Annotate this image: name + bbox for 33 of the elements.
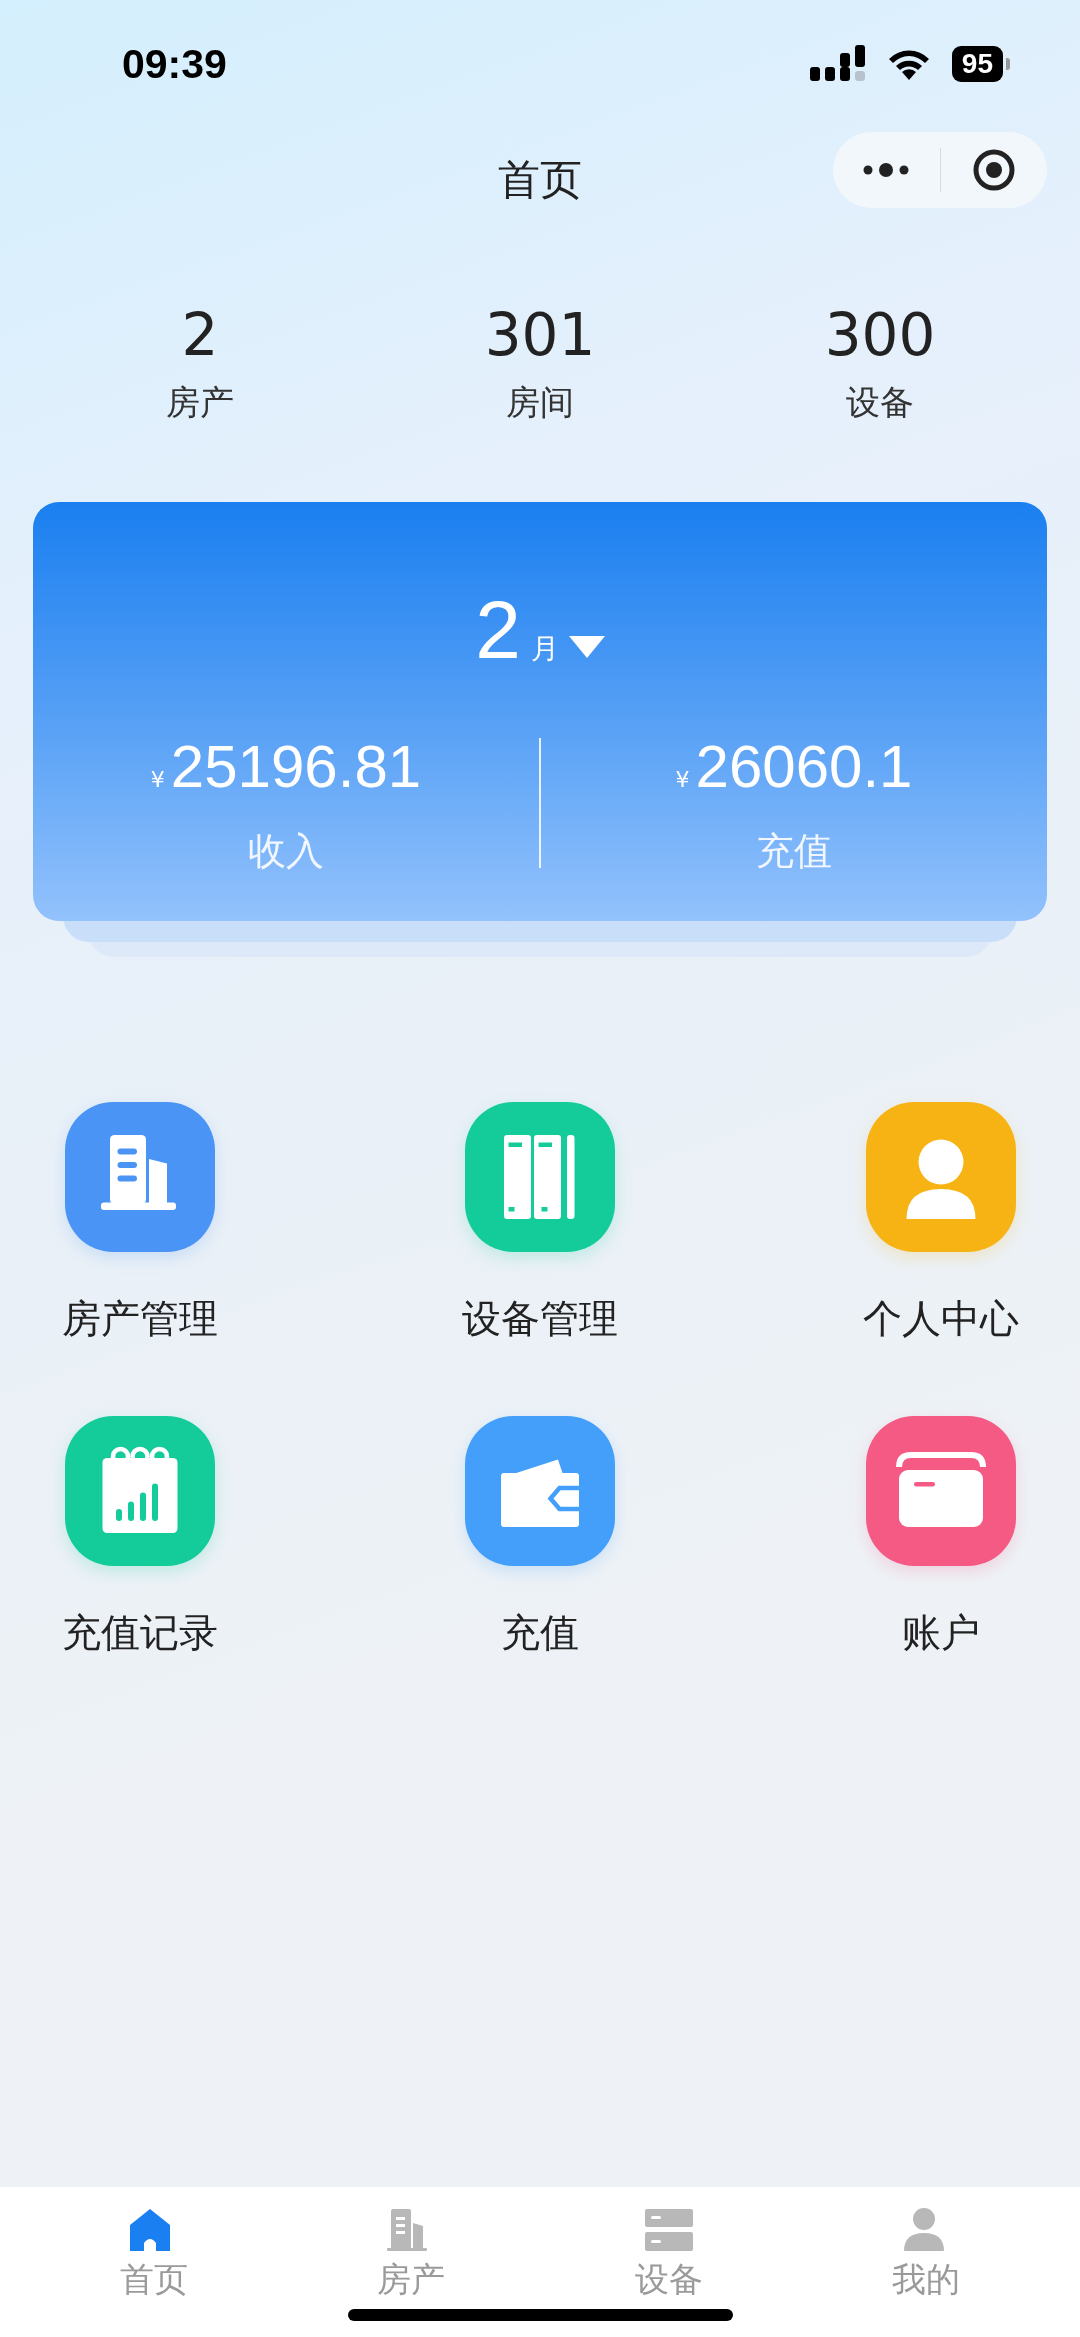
close-icon[interactable]	[971, 148, 1016, 192]
battery-level: 95	[951, 46, 1003, 82]
currency-sign: ¥	[150, 767, 165, 792]
folder-icon[interactable]	[865, 1416, 1016, 1566]
amount-label: 充值	[756, 828, 832, 875]
menu-label[interactable]: 房产管理	[61, 1292, 218, 1346]
dropdown-icon[interactable]	[568, 634, 605, 660]
menu-label[interactable]: 充值记录	[61, 1606, 218, 1660]
amount-value: 26060.1	[695, 734, 913, 800]
more-icon[interactable]	[862, 163, 911, 177]
stat-value: 2	[181, 300, 219, 370]
stat-value: 300	[824, 300, 936, 370]
stat-value: 301	[484, 300, 596, 370]
amount-label: 收入	[248, 828, 324, 875]
status-time: 09:39	[122, 40, 227, 88]
person-icon[interactable]	[865, 1102, 1016, 1252]
menu-label[interactable]: 账户	[901, 1606, 980, 1660]
amount-value: 25196.81	[170, 734, 422, 800]
building-icon[interactable]	[64, 1102, 215, 1252]
wallet-icon[interactable]	[465, 1416, 615, 1566]
currency-sign: ¥	[675, 767, 690, 792]
signal-icon	[809, 45, 866, 83]
page-title: 首页	[498, 154, 582, 206]
menu-label[interactable]: 设备管理	[462, 1292, 618, 1346]
menu-label[interactable]: 充值	[501, 1606, 579, 1660]
month-number: 2	[475, 590, 521, 670]
stat-label: 房间	[506, 381, 574, 424]
menu-label[interactable]: 个人中心	[862, 1292, 1019, 1346]
month-unit: 月	[530, 631, 559, 667]
stat-label: 房产	[166, 381, 234, 424]
stat-label: 设备	[846, 381, 914, 424]
calendar-icon[interactable]	[64, 1416, 215, 1566]
cabinet-icon[interactable]	[465, 1102, 615, 1252]
